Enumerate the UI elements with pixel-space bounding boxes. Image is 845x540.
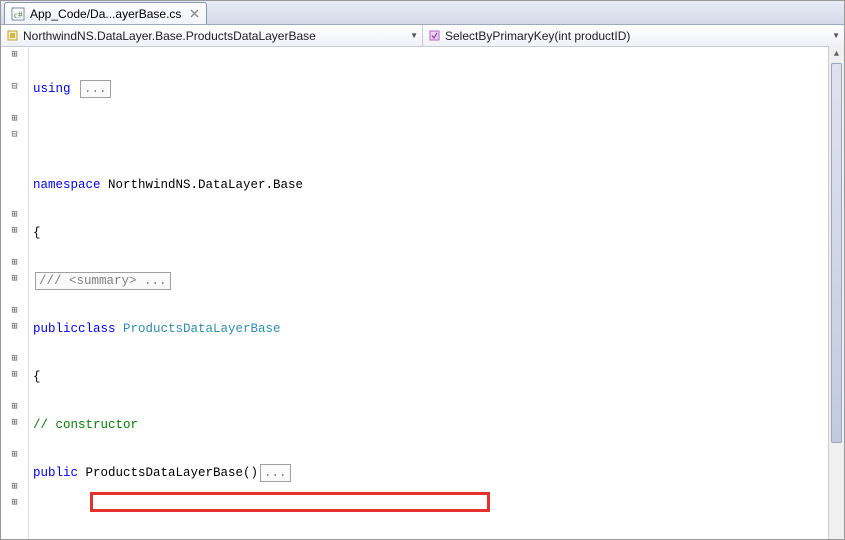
fold-toggle[interactable]: ⊞ [1, 303, 28, 319]
outline-gutter: ⊞ ⊟ ⊞ ⊟ ⊞ ⊞ ⊞ ⊞ ⊞ ⊞ ⊞ ⊞ ⊞ ⊞ ⊞ ⊞ ⊞ [1, 47, 29, 539]
editor: ⊞ ⊟ ⊞ ⊟ ⊞ ⊞ ⊞ ⊞ ⊞ ⊞ ⊞ ⊞ ⊞ ⊞ ⊞ ⊞ ⊞ using … [1, 47, 844, 539]
fold-toggle[interactable]: ⊞ [1, 495, 28, 511]
namespace-name: NorthwindNS.DataLayer.Base [101, 177, 304, 193]
class-name: ProductsDataLayerBase [116, 321, 281, 337]
tab-title: App_Code/Da...ayerBase.cs [30, 7, 181, 21]
member-dropdown-label: SelectByPrimaryKey(int productID) [445, 29, 630, 43]
fold-toggle[interactable]: ⊞ [1, 207, 28, 223]
fold-toggle[interactable]: ⊞ [1, 271, 28, 287]
comment: // constructor [33, 417, 138, 433]
scroll-up-icon[interactable]: ▲ [829, 46, 844, 62]
vertical-scrollbar[interactable]: ▲ [828, 46, 844, 539]
navbar: NorthwindNS.DataLayer.Base.ProductsDataL… [1, 25, 844, 47]
fold-toggle[interactable]: ⊞ [1, 319, 28, 335]
ctor: ProductsDataLayerBase() [78, 465, 258, 481]
collapsed-region[interactable]: ... [80, 80, 111, 98]
class-dropdown[interactable]: NorthwindNS.DataLayer.Base.ProductsDataL… [1, 25, 423, 46]
csharp-file-icon: c# [11, 7, 25, 21]
fold-toggle[interactable]: ⊞ [1, 399, 28, 415]
member-dropdown[interactable]: SelectByPrimaryKey(int productID) ▼ [423, 25, 844, 46]
collapsed-region[interactable]: ... [260, 464, 291, 482]
svg-text:c#: c# [14, 10, 23, 20]
highlight-annotation [90, 492, 490, 512]
fold-toggle[interactable]: ⊞ [1, 447, 28, 463]
method-icon [427, 29, 441, 43]
class-icon [5, 29, 19, 43]
fold-toggle[interactable]: ⊞ [1, 111, 28, 127]
kw-using: using [33, 81, 71, 97]
chevron-down-icon: ▼ [410, 31, 418, 40]
close-icon[interactable] [188, 8, 200, 20]
fold-toggle[interactable]: ⊞ [1, 255, 28, 271]
kw-namespace: namespace [33, 177, 101, 193]
fold-toggle[interactable]: ⊟ [1, 79, 28, 95]
fold-toggle[interactable]: ⊞ [1, 351, 28, 367]
tab-bar: c# App_Code/Da...ayerBase.cs [1, 1, 844, 25]
fold-toggle[interactable]: ⊞ [1, 479, 28, 495]
code-area[interactable]: using ... namespace NorthwindNS.DataLaye… [29, 47, 844, 539]
fold-toggle[interactable]: ⊞ [1, 367, 28, 383]
chevron-down-icon: ▼ [832, 31, 840, 40]
fold-toggle[interactable]: ⊞ [1, 415, 28, 431]
scroll-thumb[interactable] [831, 63, 842, 443]
fold-toggle[interactable]: ⊟ [1, 127, 28, 143]
collapsed-summary[interactable]: /// <summary> ... [35, 272, 171, 290]
fold-toggle[interactable]: ⊞ [1, 223, 28, 239]
file-tab[interactable]: c# App_Code/Da...ayerBase.cs [4, 2, 207, 24]
class-dropdown-label: NorthwindNS.DataLayer.Base.ProductsDataL… [23, 29, 316, 43]
fold-toggle[interactable]: ⊞ [1, 47, 28, 63]
